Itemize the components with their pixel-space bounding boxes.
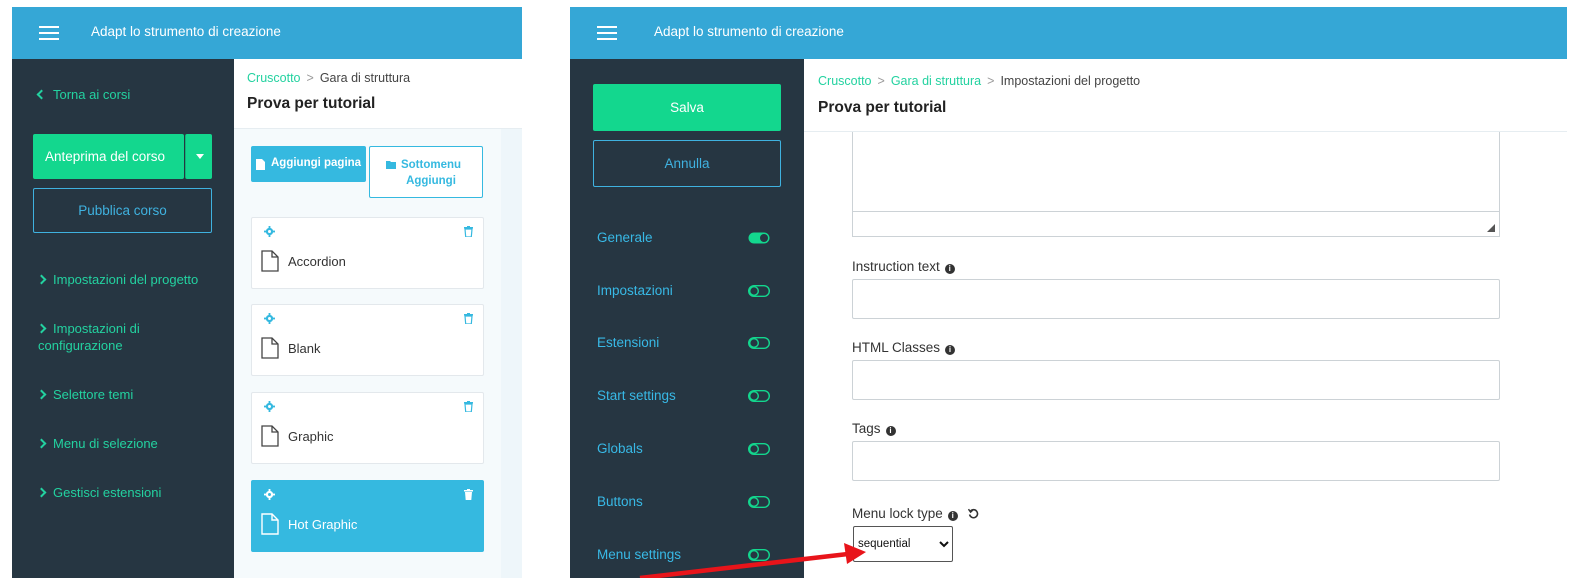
breadcrumb-dashboard-link[interactable]: Cruscotto (818, 74, 872, 88)
breadcrumb-course-link[interactable]: Gara di struttura (891, 74, 981, 88)
page-title: Prova per tutorial (818, 99, 947, 116)
content-header: Cruscotto > Gara di struttura > Impostazioni… (804, 59, 1567, 132)
breadcrumb: Cruscotto > Gara di struttura > Impostazioni… (818, 74, 1141, 88)
breadcrumb-current: Impostazioni del progetto (1000, 74, 1141, 88)
